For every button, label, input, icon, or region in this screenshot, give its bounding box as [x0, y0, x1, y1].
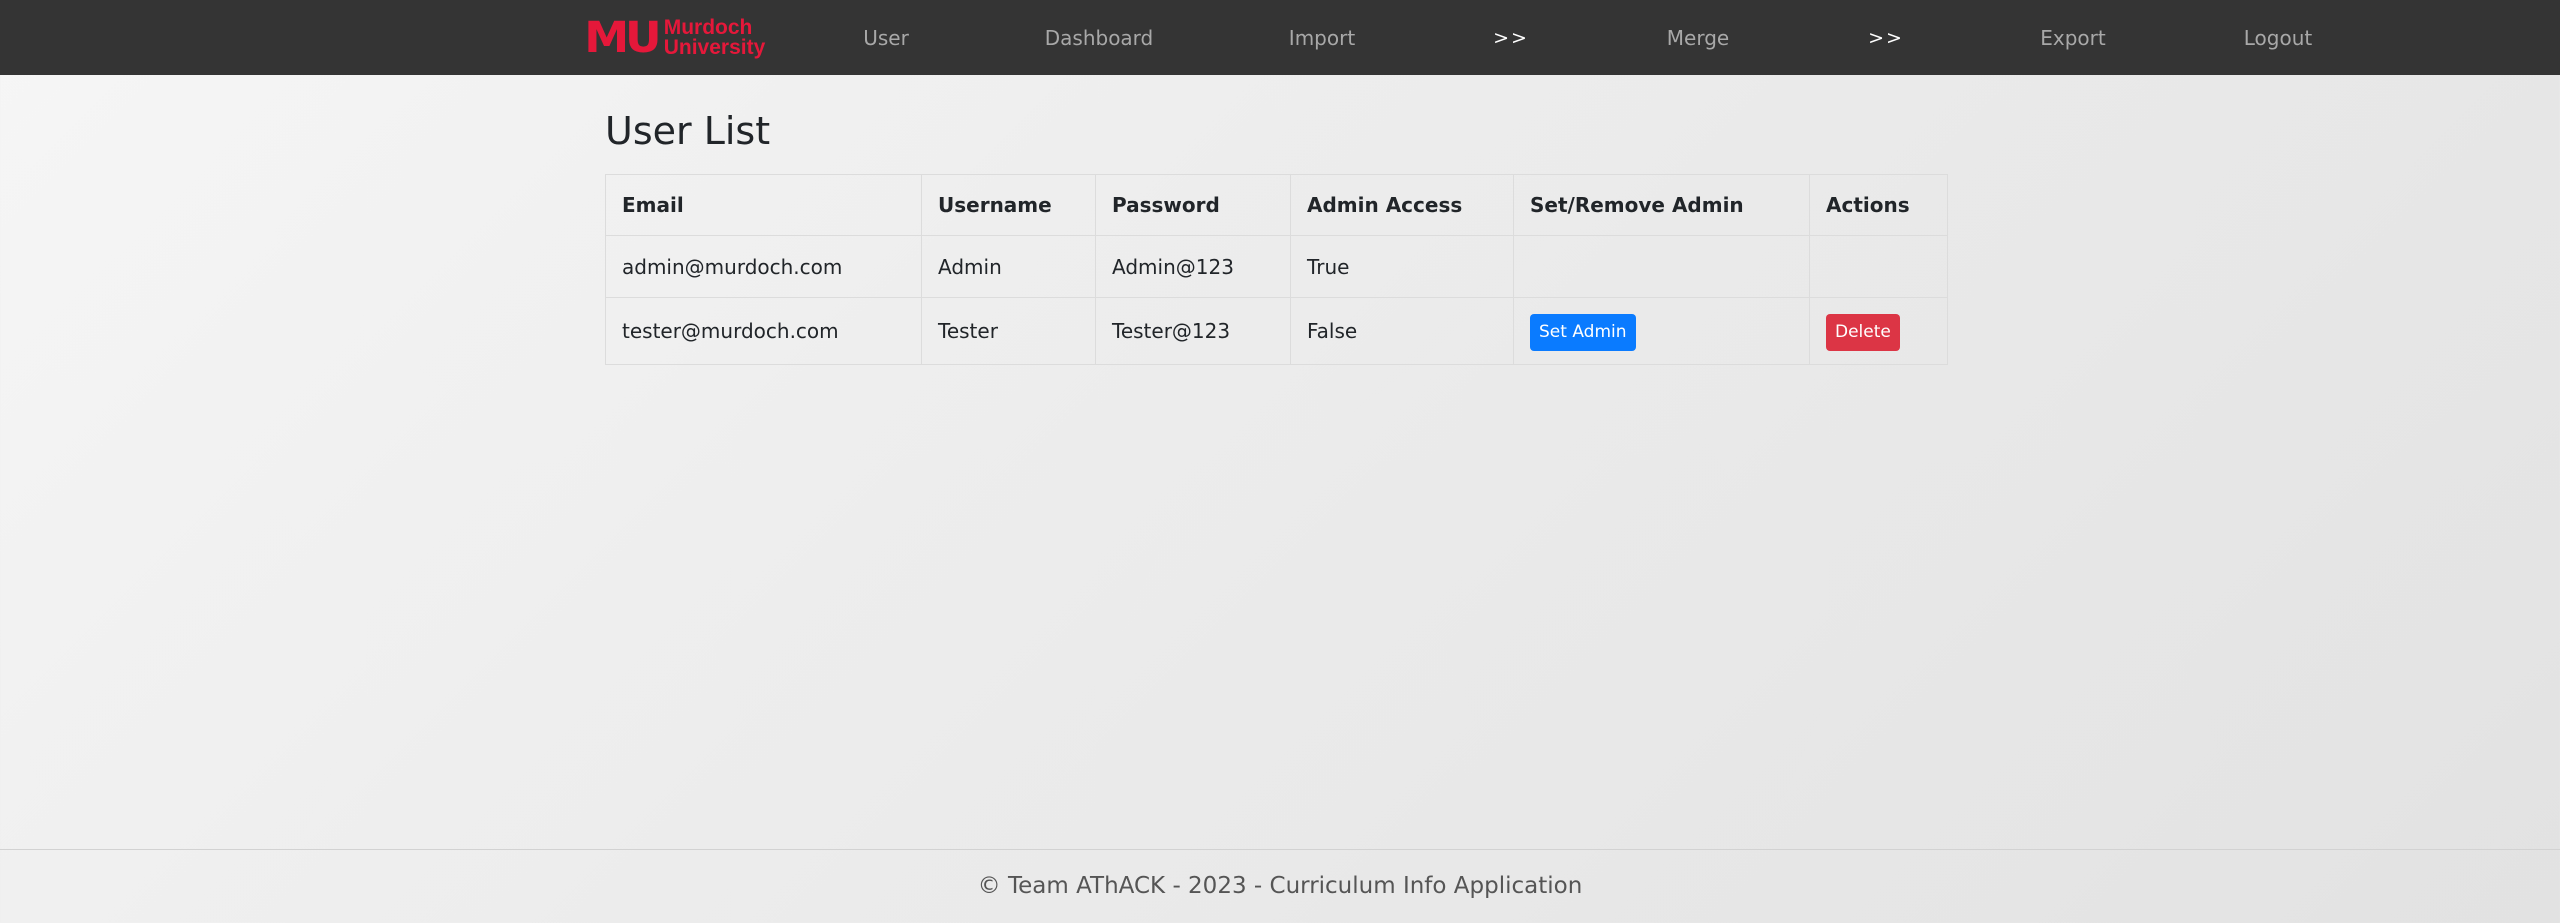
nav-user[interactable]: User — [863, 0, 909, 75]
header-email: Email — [605, 174, 922, 236]
logo-mark: MU — [584, 13, 661, 63]
nav-separator-2: >> — [1868, 27, 1904, 49]
header-admin-access: Admin Access — [1290, 174, 1514, 236]
footer-text: © Team AThACK - 2023 - Curriculum Info A… — [977, 873, 1583, 899]
header-actions: Actions — [1809, 174, 1948, 236]
logo-text-line2: University — [663, 36, 766, 59]
set-admin-button[interactable]: Set Admin — [1530, 313, 1636, 351]
cell-admin-access: False — [1290, 297, 1514, 365]
cell-email: admin@murdoch.com — [605, 235, 922, 298]
nav-merge[interactable]: Merge — [1667, 0, 1729, 75]
cell-actions — [1809, 235, 1948, 298]
murdoch-university-logo[interactable]: MU Murdoch University — [584, 13, 766, 63]
cell-username: Tester — [921, 297, 1096, 365]
cell-email: tester@murdoch.com — [605, 297, 922, 365]
header-set-remove-admin: Set/Remove Admin — [1513, 174, 1810, 236]
cell-actions: Delete — [1809, 297, 1948, 365]
header-password: Password — [1095, 174, 1291, 236]
cell-username: Admin — [921, 235, 1096, 298]
logo-text-line1: Murdoch — [663, 16, 753, 39]
page-title: User List — [605, 109, 771, 153]
cell-password: Tester@123 — [1095, 297, 1291, 365]
nav-separator-1: >> — [1493, 27, 1529, 49]
header-username: Username — [921, 174, 1096, 236]
cell-set-remove-admin — [1513, 235, 1810, 298]
logo-text: Murdoch University — [663, 16, 766, 59]
cell-password: Admin@123 — [1095, 235, 1291, 298]
nav-logout[interactable]: Logout — [2244, 0, 2312, 75]
user-table: Email Username Password Admin Access Set… — [605, 174, 1948, 365]
table-header-row: Email Username Password Admin Access Set… — [605, 174, 1948, 236]
top-navbar: MU Murdoch University User Dashboard Imp… — [0, 0, 2560, 75]
table-row: admin@murdoch.com Admin Admin@123 True — [605, 235, 1948, 298]
cell-set-remove-admin: Set Admin — [1513, 297, 1810, 365]
nav-import[interactable]: Import — [1289, 0, 1355, 75]
page-footer: © Team AThACK - 2023 - Curriculum Info A… — [0, 849, 2560, 923]
nav-export[interactable]: Export — [2040, 0, 2105, 75]
nav-dashboard[interactable]: Dashboard — [1045, 0, 1154, 75]
table-row: tester@murdoch.com Tester Tester@123 Fal… — [605, 297, 1948, 365]
cell-admin-access: True — [1290, 235, 1514, 298]
delete-user-button[interactable]: Delete — [1826, 313, 1900, 351]
